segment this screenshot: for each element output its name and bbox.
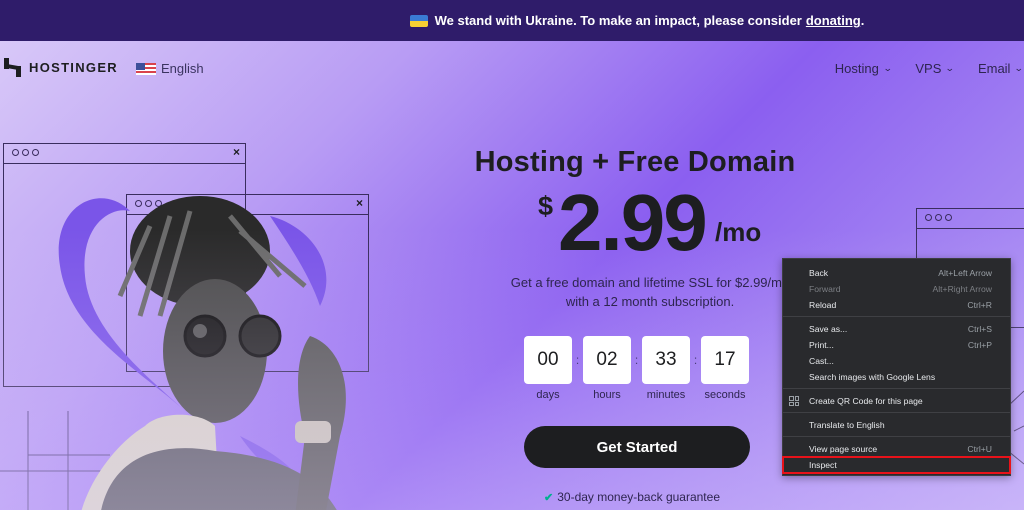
menu-item-translate[interactable]: Translate to English bbox=[783, 417, 1010, 433]
banner-period: . bbox=[860, 13, 865, 28]
countdown-label: days bbox=[536, 389, 560, 401]
menu-item-inspect[interactable]: Inspect bbox=[782, 456, 1011, 474]
chevron-down-icon: ⌄ bbox=[945, 63, 956, 73]
menu-item-shortcut: Ctrl+S bbox=[967, 324, 992, 334]
chevron-down-icon: ⌄ bbox=[1014, 63, 1024, 73]
hero-illustration bbox=[58, 196, 346, 510]
page-title: Hosting + Free Domain bbox=[474, 146, 796, 178]
menu-item-label: Inspect bbox=[809, 460, 837, 470]
price-amount: 2.99 bbox=[558, 178, 708, 267]
menu-separator bbox=[783, 436, 1010, 437]
countdown-timer: 00 days : 02 hours : 33 minutes : 17 sec… bbox=[524, 336, 749, 401]
nav-item-label: VPS bbox=[915, 61, 942, 76]
ukraine-flag-icon bbox=[409, 14, 428, 27]
wristwatch bbox=[295, 421, 331, 443]
menu-item-label: Save as... bbox=[809, 324, 848, 334]
ukraine-banner: We stand with Ukraine. To make an impact… bbox=[0, 0, 1024, 41]
nav-item-hosting[interactable]: Hosting ⌄ bbox=[834, 61, 893, 76]
menu-item-cast[interactable]: Cast... bbox=[783, 353, 1010, 369]
checkmark-icon: ✔ bbox=[544, 491, 554, 504]
menu-item-shortcut: Ctrl+R bbox=[967, 300, 992, 310]
language-selector[interactable]: English bbox=[136, 61, 204, 76]
menu-item-shortcut: Ctrl+U bbox=[967, 444, 992, 454]
menu-item-label: Reload bbox=[809, 300, 837, 310]
menu-item-label: Translate to English bbox=[809, 420, 885, 430]
chevron-down-icon: ⌄ bbox=[882, 63, 893, 73]
browser-context-menu: Back Alt+Left Arrow Forward Alt+Right Arro… bbox=[782, 258, 1011, 476]
menu-item-label: Cast... bbox=[809, 356, 834, 366]
menu-separator bbox=[783, 316, 1010, 317]
menu-item-label: Forward bbox=[809, 284, 841, 294]
window-dots-icon bbox=[925, 214, 955, 221]
menu-item-shortcut: Ctrl+P bbox=[967, 340, 992, 350]
nav-item-label: Email bbox=[977, 61, 1011, 76]
nav-menu: Hosting ⌄ VPS ⌄ Email ⌄ bbox=[834, 61, 1024, 76]
countdown-separator: : bbox=[575, 353, 580, 367]
guarantee-text: 30-day money-back guarantee bbox=[557, 490, 720, 504]
close-icon: × bbox=[232, 145, 240, 159]
countdown-seconds: 17 seconds bbox=[701, 336, 749, 401]
menu-item-view-page-source[interactable]: View page source Ctrl+U bbox=[783, 441, 1010, 457]
price-currency: $ bbox=[538, 191, 554, 221]
menu-item-label: Search images with Google Lens bbox=[809, 372, 936, 382]
menu-item-label: Print... bbox=[809, 340, 834, 350]
countdown-value: 33 bbox=[642, 336, 690, 384]
countdown-value: 00 bbox=[524, 336, 572, 384]
hero-content: Hosting + Free Domain $ 2.99 /mo Get a f… bbox=[440, 146, 830, 311]
window-dots-icon bbox=[12, 149, 42, 156]
menu-item-back[interactable]: Back Alt+Left Arrow bbox=[783, 265, 1010, 281]
us-flag-icon bbox=[136, 62, 156, 75]
menu-item-shortcut: Alt+Left Arrow bbox=[938, 268, 992, 278]
countdown-value: 02 bbox=[583, 336, 631, 384]
get-started-button[interactable]: Get Started bbox=[524, 426, 750, 468]
menu-item-create-qr-code[interactable]: Create QR Code for this page bbox=[783, 393, 1010, 409]
menu-item-forward: Forward Alt+Right Arrow bbox=[783, 281, 1010, 297]
nav-item-email[interactable]: Email ⌄ bbox=[977, 61, 1024, 76]
hero-subtitle: Get a free domain and lifetime SSL for $… bbox=[440, 273, 830, 311]
countdown-separator: : bbox=[693, 353, 698, 367]
countdown-label: seconds bbox=[704, 389, 746, 401]
menu-item-print[interactable]: Print... Ctrl+P bbox=[783, 337, 1010, 353]
money-back-guarantee: ✔ 30-day money-back guarantee bbox=[544, 490, 720, 504]
countdown-label: minutes bbox=[646, 389, 686, 401]
logo-text: HOSTINGER bbox=[29, 60, 118, 75]
subtitle-line-2: with a 12 month subscription. bbox=[565, 294, 735, 309]
price-period: /mo bbox=[715, 217, 762, 247]
menu-item-reload[interactable]: Reload Ctrl+R bbox=[783, 297, 1010, 313]
countdown-minutes: 33 minutes bbox=[642, 336, 690, 401]
menu-item-save-as[interactable]: Save as... Ctrl+S bbox=[783, 321, 1010, 337]
countdown-separator: : bbox=[634, 353, 639, 367]
countdown-value: 17 bbox=[701, 336, 749, 384]
menu-item-label: Create QR Code for this page bbox=[809, 396, 923, 406]
subtitle-line-1: Get a free domain and lifetime SSL for $… bbox=[510, 275, 790, 290]
banner-text: We stand with Ukraine. To make an impact… bbox=[434, 13, 802, 28]
hostinger-logo-icon bbox=[4, 58, 21, 77]
language-label: English bbox=[161, 61, 204, 76]
countdown-hours: 02 hours bbox=[583, 336, 631, 401]
nav-item-label: Hosting bbox=[834, 61, 879, 76]
top-nav: HOSTINGER English Hosting ⌄ VPS ⌄ Email … bbox=[0, 41, 1024, 96]
qr-code-icon bbox=[789, 396, 799, 406]
price-display: $ 2.99 /mo bbox=[440, 178, 830, 267]
sunglasses-left bbox=[183, 314, 227, 358]
menu-item-shortcut: Alt+Right Arrow bbox=[932, 284, 992, 294]
countdown-days: 00 days bbox=[524, 336, 572, 401]
menu-separator bbox=[783, 388, 1010, 389]
menu-separator bbox=[783, 412, 1010, 413]
menu-item-label: Back bbox=[809, 268, 829, 278]
sunglasses-right bbox=[238, 314, 282, 358]
countdown-label: hours bbox=[593, 389, 621, 401]
menu-item-label: View page source bbox=[809, 444, 878, 454]
hostinger-logo[interactable]: HOSTINGER bbox=[4, 58, 118, 77]
nav-item-vps[interactable]: VPS ⌄ bbox=[915, 61, 956, 76]
menu-item-google-lens[interactable]: Search images with Google Lens bbox=[783, 369, 1010, 385]
donating-link[interactable]: donating bbox=[806, 13, 861, 28]
